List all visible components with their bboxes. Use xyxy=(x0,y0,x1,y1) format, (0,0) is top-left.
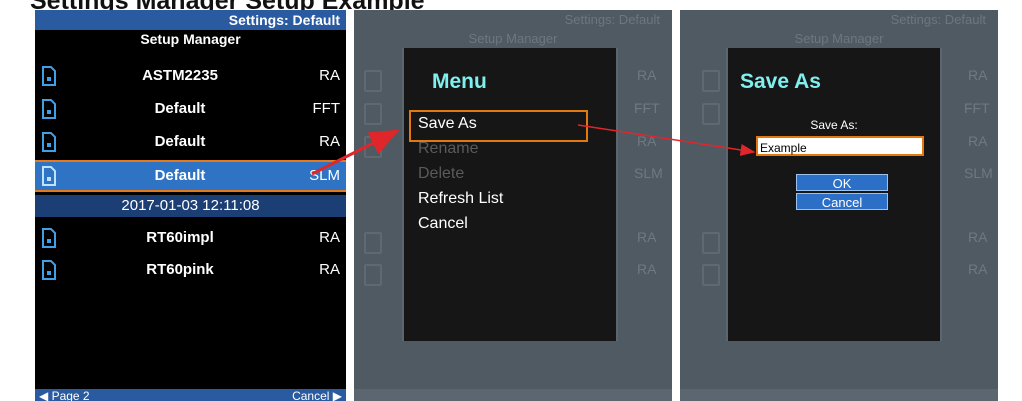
list-item-name: Default xyxy=(154,100,206,117)
list-item-type: SLM xyxy=(309,167,340,184)
setup-manager-title: Setup Manager xyxy=(794,31,884,46)
list-item-type: RA xyxy=(968,67,988,83)
list-item-type: RA xyxy=(319,229,340,246)
list-item-name: RT60impl xyxy=(146,229,214,246)
file-icon xyxy=(364,264,382,286)
file-icon xyxy=(42,260,56,280)
softkey-bar xyxy=(354,389,672,401)
list-item-type: FFT xyxy=(312,100,341,117)
file-icon xyxy=(364,232,382,254)
list-item-type: RA xyxy=(319,261,340,278)
list-item-name: ASTM2235 xyxy=(142,67,218,84)
list-item[interactable]: RT60pink RA xyxy=(35,256,346,286)
settings-label: Settings: Default xyxy=(564,12,660,27)
list-item-type: RA xyxy=(637,133,657,149)
menu-item-rename[interactable]: Rename xyxy=(418,140,478,158)
ok-button[interactable]: OK xyxy=(796,174,888,191)
menu-item-cancel[interactable]: Cancel xyxy=(418,215,468,233)
menu-panel: Settings: Default Setup Manager RA FFT R… xyxy=(354,10,672,401)
list-item-type: RA xyxy=(637,67,657,83)
file-icon xyxy=(702,103,720,125)
save-as-name-input[interactable]: Example xyxy=(756,136,924,156)
file-icon xyxy=(702,232,720,254)
list-item[interactable]: ASTM2235 RA xyxy=(35,62,346,92)
cancel-softkey[interactable]: Cancel ▶ xyxy=(292,389,342,401)
menu-item-delete[interactable]: Delete xyxy=(418,165,464,183)
menu-title: Menu xyxy=(432,70,487,93)
list-item-type: RA xyxy=(968,229,988,245)
list-item[interactable]: RT60impl RA xyxy=(35,224,346,254)
list-item-type: FFT xyxy=(634,100,660,116)
save-as-dialog: Save As Save As: Example OK Cancel xyxy=(726,48,942,341)
list-item-type: RA xyxy=(968,133,988,149)
settings-label: Settings: Default xyxy=(228,12,340,28)
save-as-title: Save As xyxy=(740,70,821,93)
menu-dialog: Menu Save As Rename Delete Refresh List … xyxy=(402,48,618,341)
softkey-bar: ◀ Page 2 Cancel ▶ xyxy=(35,389,346,401)
list-item[interactable]: Default RA xyxy=(35,128,346,158)
settings-label: Settings: Default xyxy=(890,12,986,27)
file-icon xyxy=(42,166,56,186)
setup-manager-title: Setup Manager xyxy=(140,31,241,47)
softkey-bar xyxy=(680,389,998,401)
file-icon xyxy=(702,70,720,92)
menu-item-refresh-list[interactable]: Refresh List xyxy=(418,190,503,208)
list-item-selected[interactable]: Default SLM xyxy=(35,160,346,192)
list-item-type: RA xyxy=(637,261,657,277)
selected-item-date: 2017-01-03 12:11:08 xyxy=(35,195,346,217)
list-item-type: RA xyxy=(319,67,340,84)
list-item[interactable]: Default FFT xyxy=(35,95,346,125)
file-icon xyxy=(702,264,720,286)
list-item-type: FFT xyxy=(964,100,990,116)
menu-item-save-as[interactable]: Save As xyxy=(418,115,477,133)
save-as-field-label: Save As: xyxy=(810,118,858,132)
cancel-button[interactable]: Cancel xyxy=(796,193,888,210)
save-as-panel: Settings: Default Setup Manager RA FFT R… xyxy=(680,10,998,401)
file-icon xyxy=(42,99,56,119)
file-icon xyxy=(364,70,382,92)
list-item-name: RT60pink xyxy=(146,261,214,278)
list-item-type: RA xyxy=(319,133,340,150)
list-item-type: RA xyxy=(637,229,657,245)
list-item-name: Default xyxy=(154,133,206,150)
list-item-type: SLM xyxy=(964,165,993,181)
setup-manager-title: Setup Manager xyxy=(468,31,558,46)
list-item-type: RA xyxy=(968,261,988,277)
file-icon xyxy=(42,66,56,86)
file-icon xyxy=(42,132,56,152)
file-icon xyxy=(42,228,56,248)
settings-bar: Settings: Default xyxy=(35,10,346,30)
list-item-name: Default xyxy=(154,167,206,184)
file-icon xyxy=(364,103,382,125)
file-icon xyxy=(364,136,382,158)
page-2-softkey[interactable]: ◀ Page 2 xyxy=(39,389,90,401)
list-item-type: SLM xyxy=(634,165,663,181)
setup-manager-panel: Settings: Default Setup Manager ASTM2235… xyxy=(35,10,346,401)
